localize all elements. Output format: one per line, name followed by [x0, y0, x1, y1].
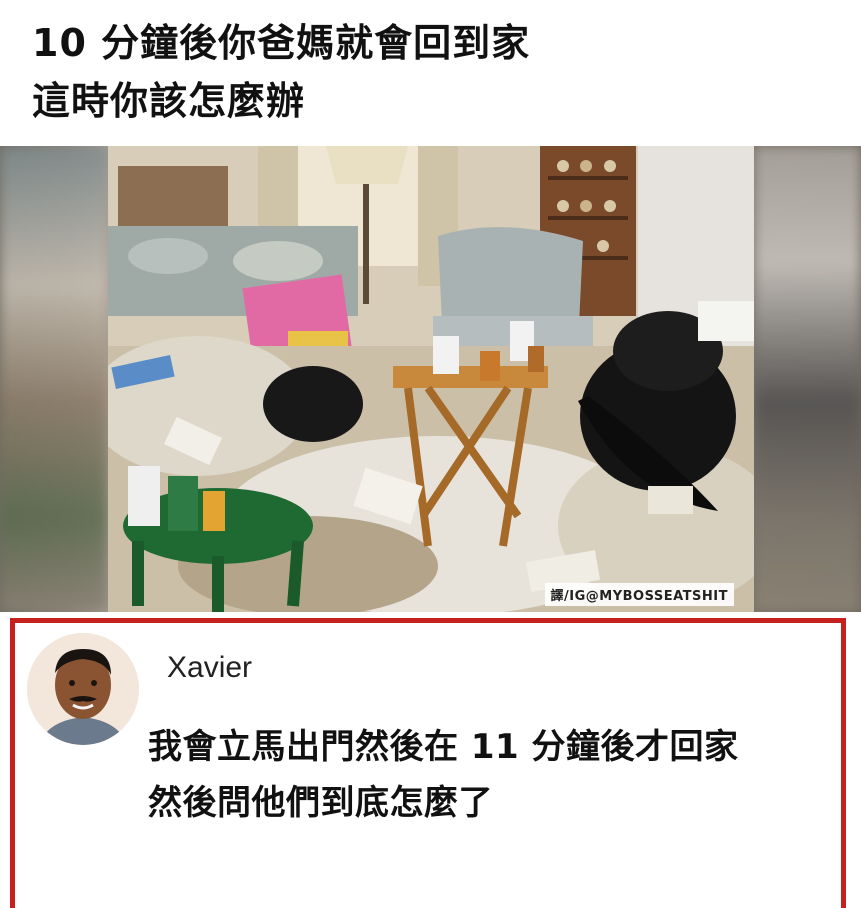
comment-line-2: 然後問他們到底怎麼了 [148, 783, 493, 823]
avatar-face [27, 633, 139, 745]
messy-room-photo: 譯/IG@MYBOSSEATSHIT [108, 146, 754, 612]
comment-username: Xavier [167, 651, 253, 684]
comment-body: 我會立馬出門然後在 11 分鐘後才回家 然後問他們到底怎麼了 [148, 719, 838, 831]
comment-card: Xavier 我會立馬出門然後在 11 分鐘後才回家 然後問他們到底怎麼了 [10, 618, 846, 908]
blurred-photo-edge-left [0, 146, 108, 612]
comment-line-1: 我會立馬出門然後在 11 分鐘後才回家 [148, 727, 739, 767]
translator-credit: 譯/IG@MYBOSSEATSHIT [544, 583, 734, 606]
messy-room-illustration [108, 146, 754, 612]
meme-caption: 10 分鐘後你爸媽就會回到家 這時你該怎麼辦 [32, 14, 832, 130]
avatar [27, 633, 139, 745]
caption-line-1: 10 分鐘後你爸媽就會回到家 [32, 21, 531, 65]
caption-line-2: 這時你該怎麼辦 [32, 79, 306, 123]
blurred-photo-edge-right [754, 146, 861, 612]
photo-band: 譯/IG@MYBOSSEATSHIT [0, 146, 861, 612]
